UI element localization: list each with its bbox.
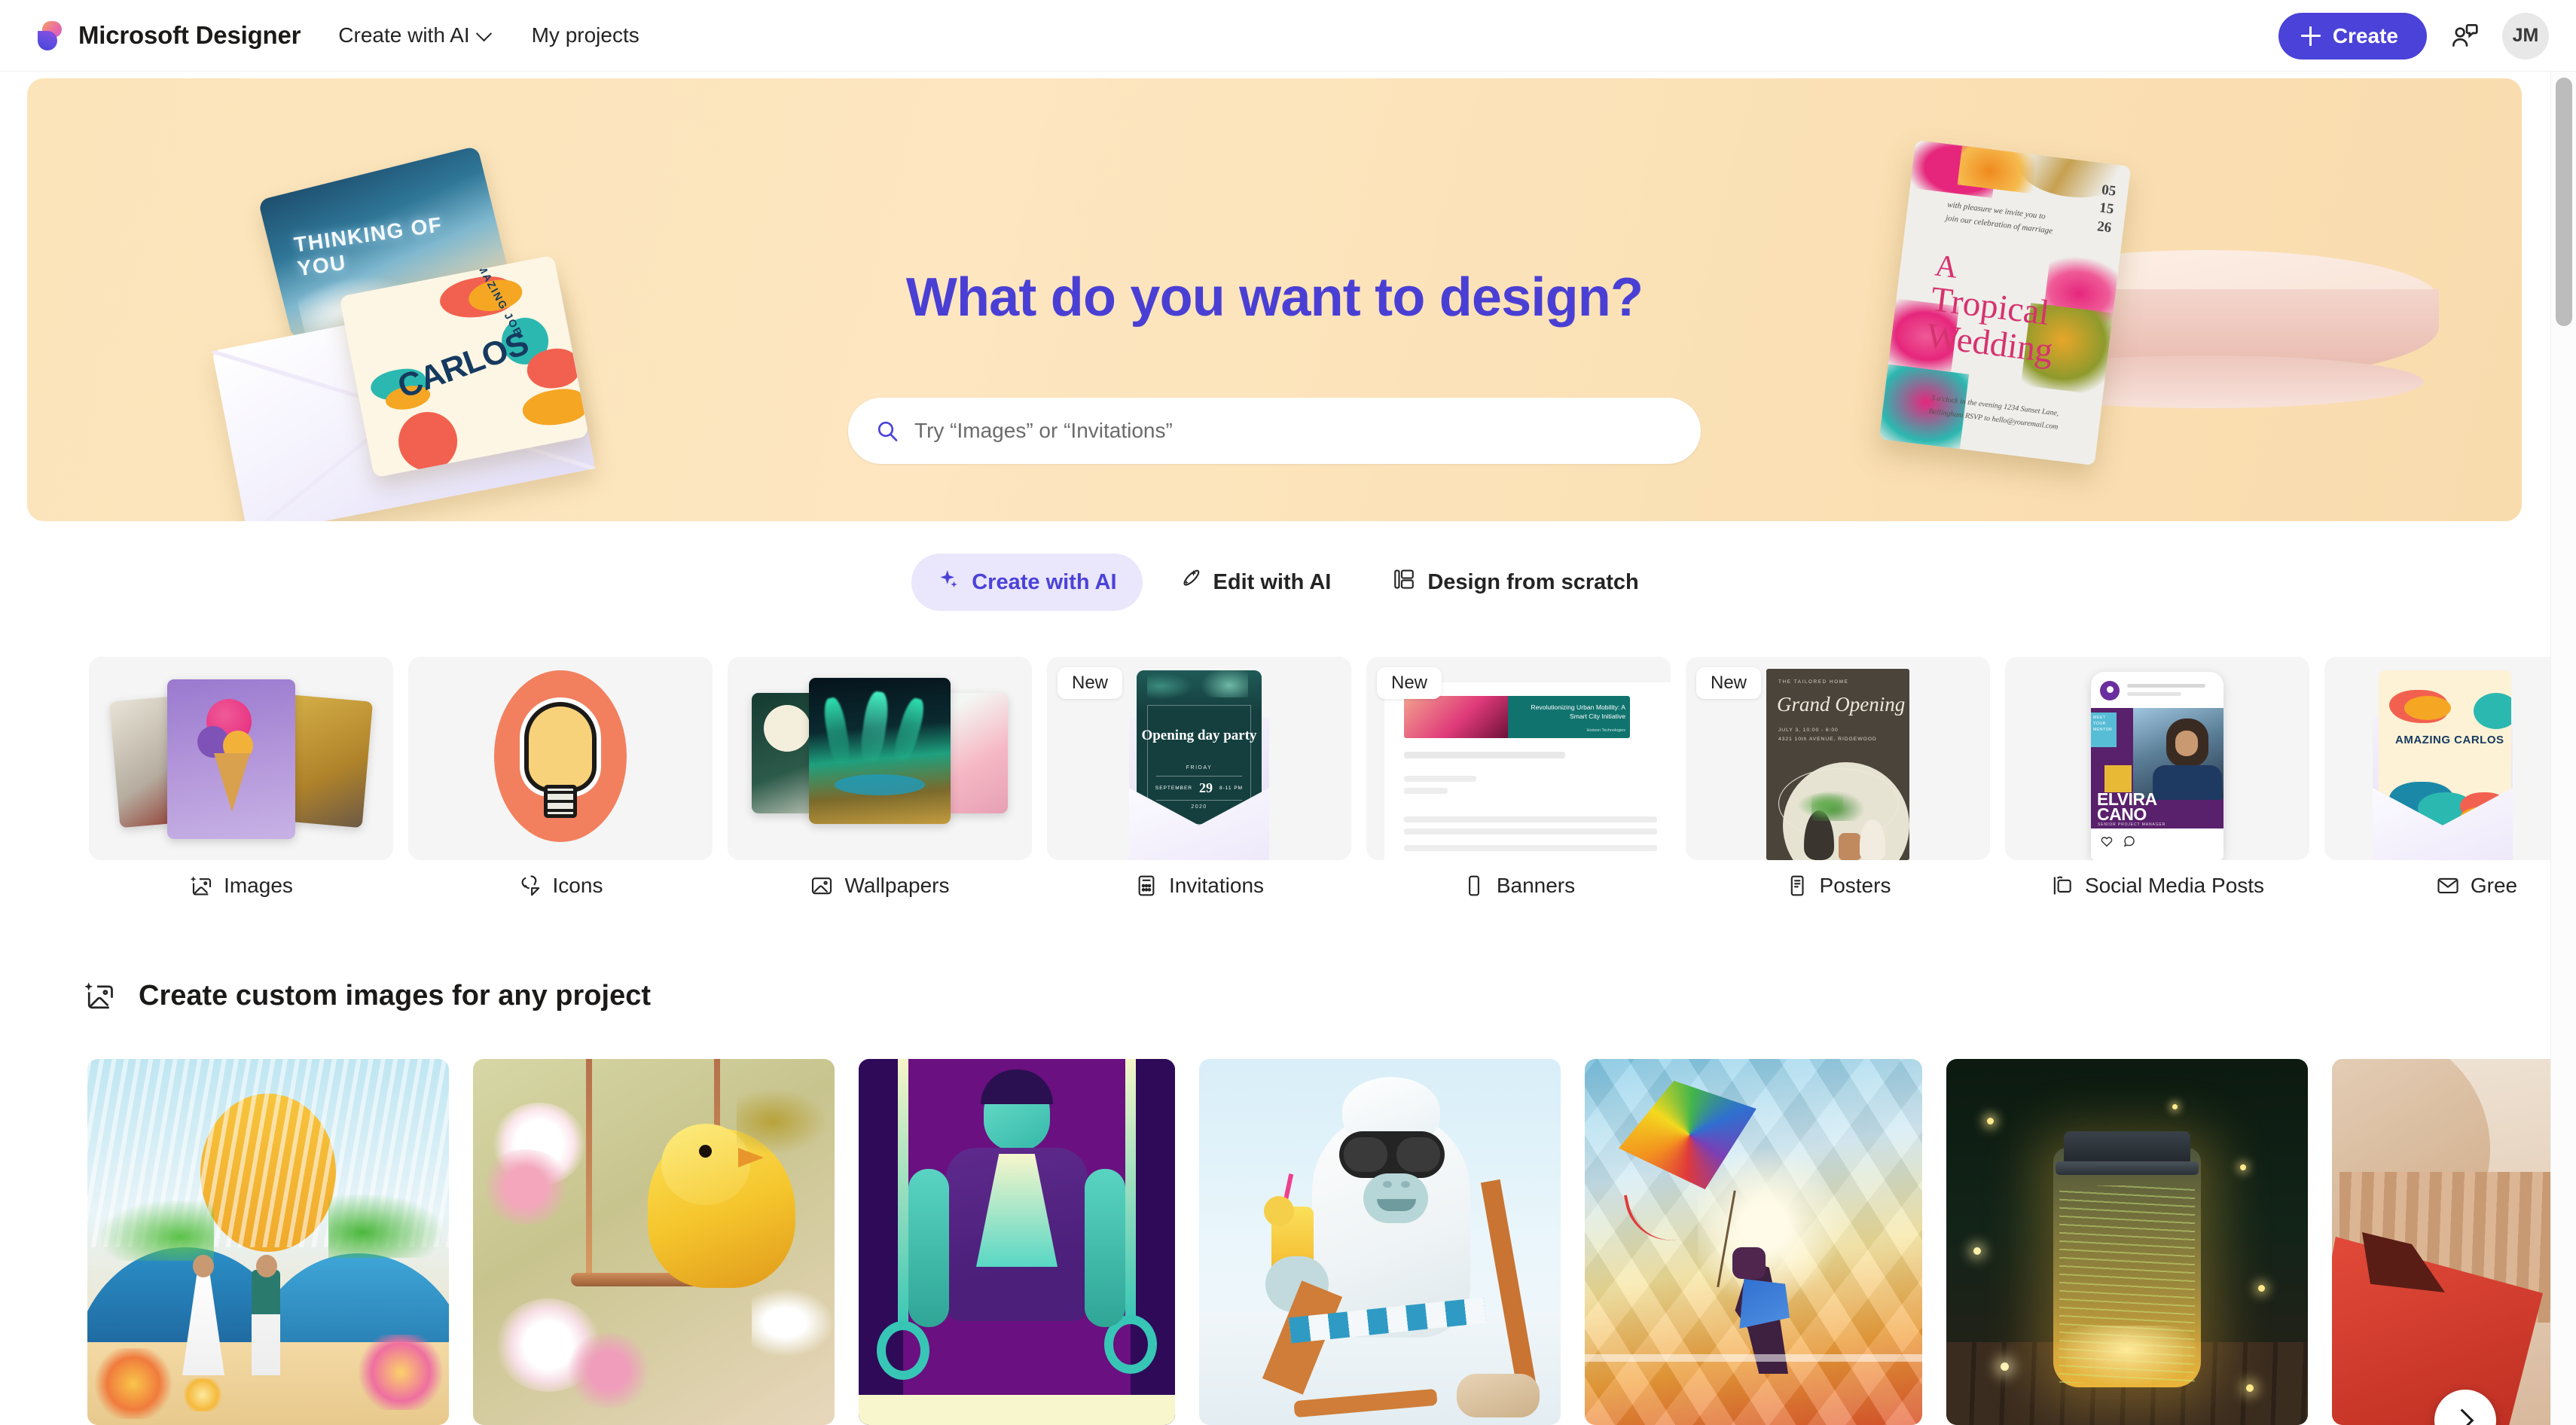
banner-preview-headline: Revolutionizing Urban Mobility: A Smart …: [1531, 703, 1625, 721]
magic-wand-icon: [1179, 568, 1201, 597]
image-sparkle-icon: [83, 979, 116, 1012]
banner-preview-byline: Horizon Technologies: [1586, 728, 1625, 733]
badge-new-banners: New: [1377, 667, 1442, 699]
layout-template-icon: [1393, 568, 1415, 597]
category-card-social-media-posts[interactable]: MEET YOUR MENTOR ELVIRA CANO SENIOR PROJ…: [2005, 657, 2309, 860]
category-label-banners: Banners: [1366, 874, 1671, 898]
tab-design-from-scratch[interactable]: Design from scratch: [1367, 554, 1664, 611]
social-post-icon: [2050, 874, 2074, 898]
section-heading-custom-images: Create custom images for any project: [83, 979, 651, 1012]
page-title: What do you want to design?: [905, 267, 1644, 328]
gallery-item-canary-bird[interactable]: [473, 1059, 835, 1425]
category-card-invitations[interactable]: New Opening day party FRIDAY SEPTEMBER 2…: [1047, 657, 1351, 860]
brand-name: Microsoft Designer: [78, 21, 301, 49]
social-preview-role: SENIOR PROJECT MANAGER: [2098, 822, 2166, 827]
nav-my-projects-label: My projects: [531, 23, 639, 47]
invitation-card-icon: [1134, 874, 1158, 898]
category-card-wallpapers[interactable]: [728, 657, 1032, 860]
nav-create-with-ai-label: Create with AI: [338, 23, 470, 47]
invitation-preview-date: 29: [1199, 780, 1213, 795]
create-button-label: Create: [2332, 23, 2398, 47]
chevron-right-icon: [2450, 1408, 2474, 1425]
search-bar[interactable]: [848, 398, 1701, 464]
category-label-images-text: Images: [224, 874, 293, 897]
invitation-preview-time: 8-11 PM: [1219, 786, 1244, 791]
nav-my-projects[interactable]: My projects: [527, 16, 644, 55]
category-label-wallpapers: Wallpapers: [728, 874, 1032, 898]
gallery-item-gymnast[interactable]: [859, 1059, 1175, 1425]
tab-edit-with-ai-label: Edit with AI: [1213, 569, 1332, 594]
plus-icon: [2300, 26, 2321, 46]
hero-banner: THINKING OF YOU AMAZING JOB CARLOS 05 15…: [27, 78, 2522, 521]
header-actions: Create JM: [2278, 0, 2549, 72]
heart-icon: [2100, 835, 2114, 852]
category-card-images[interactable]: [89, 657, 393, 860]
custom-images-carousel: [0, 1059, 2576, 1425]
category-label-icons-text: Icons: [552, 874, 603, 897]
designer-logo-icon: [35, 20, 66, 51]
category-label-images: Images: [89, 874, 393, 898]
tab-edit-with-ai[interactable]: Edit with AI: [1153, 554, 1357, 611]
feedback-person-chat-icon[interactable]: [2449, 21, 2480, 51]
social-preview-kicker: MEET YOUR MENTOR: [2093, 716, 2113, 732]
nav-create-with-ai[interactable]: Create with AI: [334, 16, 493, 55]
category-card-posters[interactable]: New THE TAILORED HOME Grand Opening JULY…: [1686, 657, 1990, 860]
category-label-social-media-posts-text: Social Media Posts: [2084, 874, 2265, 897]
invitation-preview-day: FRIDAY: [1186, 765, 1213, 770]
category-label-banners-text: Banners: [1496, 874, 1576, 897]
category-label-wallpapers-text: Wallpapers: [844, 874, 950, 897]
chevron-down-icon: [475, 25, 492, 41]
image-mountain-icon: [810, 874, 834, 898]
category-label-posters-text: Posters: [1819, 874, 1891, 897]
poster-preview-title: Grand Opening: [1777, 693, 1906, 716]
gallery-item-paper-wedding[interactable]: [87, 1059, 449, 1425]
category-label-greeting-cards: Gree: [2324, 874, 2576, 898]
social-preview-name2: CANO: [2097, 804, 2147, 824]
search-input[interactable]: [914, 419, 1674, 443]
gallery-item-yeti-beach[interactable]: [1199, 1059, 1561, 1425]
hero-left-illustration: THINKING OF YOU AMAZING JOB CARLOS: [212, 145, 694, 521]
category-card-icons[interactable]: [408, 657, 713, 860]
badge-new-posters: New: [1696, 667, 1762, 699]
tab-design-from-scratch-label: Design from scratch: [1427, 569, 1639, 594]
section-heading-text: Create custom images for any project: [139, 979, 651, 1012]
greeting-preview-text: AMAZING CARLOS: [2395, 734, 2504, 746]
category-label-invitations-text: Invitations: [1168, 874, 1265, 897]
invitation-intro: with pleasure we invite you to join our …: [1945, 200, 2053, 236]
category-label-invitations: Invitations: [1047, 874, 1351, 898]
image-sparkle-icon: [189, 874, 213, 898]
badge-new-invitations: New: [1058, 667, 1123, 699]
gallery-item-cropped-abstract[interactable]: [2332, 1059, 2576, 1425]
sparkle-icon: [937, 568, 960, 597]
poster-preview-brand: THE TAILORED HOME: [1778, 679, 1849, 685]
banner-icon: [1462, 874, 1486, 898]
invitation-preview-month: SEPTEMBER: [1155, 786, 1192, 791]
poster-preview-details: JULY 3, 10:00 - 6:00 4321 10th AVENUE, R…: [1778, 728, 1877, 742]
avatar[interactable]: JM: [2502, 12, 2549, 60]
envelope-icon: [2436, 874, 2460, 898]
gallery-item-firefly-jar[interactable]: [1946, 1059, 2308, 1425]
vertical-scrollbar[interactable]: [2550, 72, 2576, 1425]
create-button[interactable]: Create: [2278, 12, 2427, 60]
tab-create-with-ai-label: Create with AI: [972, 569, 1117, 594]
comment-icon: [2123, 835, 2136, 852]
poster-icon: [1785, 874, 1809, 898]
invitation-preview-title: Opening day party: [1141, 728, 1257, 743]
sticker-icon: [518, 874, 542, 898]
category-label-icons: Icons: [408, 874, 713, 898]
category-label-social-media-posts: Social Media Posts: [2005, 874, 2309, 898]
category-label-posters: Posters: [1686, 874, 1990, 898]
tab-create-with-ai[interactable]: Create with AI: [911, 554, 1143, 611]
category-card-banners[interactable]: New Revolutionizing Urban Mobility: A Sm…: [1366, 657, 1671, 860]
scrollbar-thumb[interactable]: [2556, 78, 2572, 326]
app-header: Microsoft Designer Create with AI My pro…: [0, 0, 2576, 72]
category-label-greeting-cards-text: Gree: [2470, 874, 2518, 897]
category-card-greeting-cards[interactable]: AMAZING CARLOS: [2324, 657, 2576, 860]
mode-tabs: Create with AI Edit with AI Design from …: [0, 554, 2576, 611]
gallery-item-kite-lowpoly[interactable]: [1585, 1059, 1922, 1425]
category-carousel: Images Icons Wallpapers New Opening day …: [0, 657, 2576, 1425]
search-icon: [875, 419, 899, 443]
